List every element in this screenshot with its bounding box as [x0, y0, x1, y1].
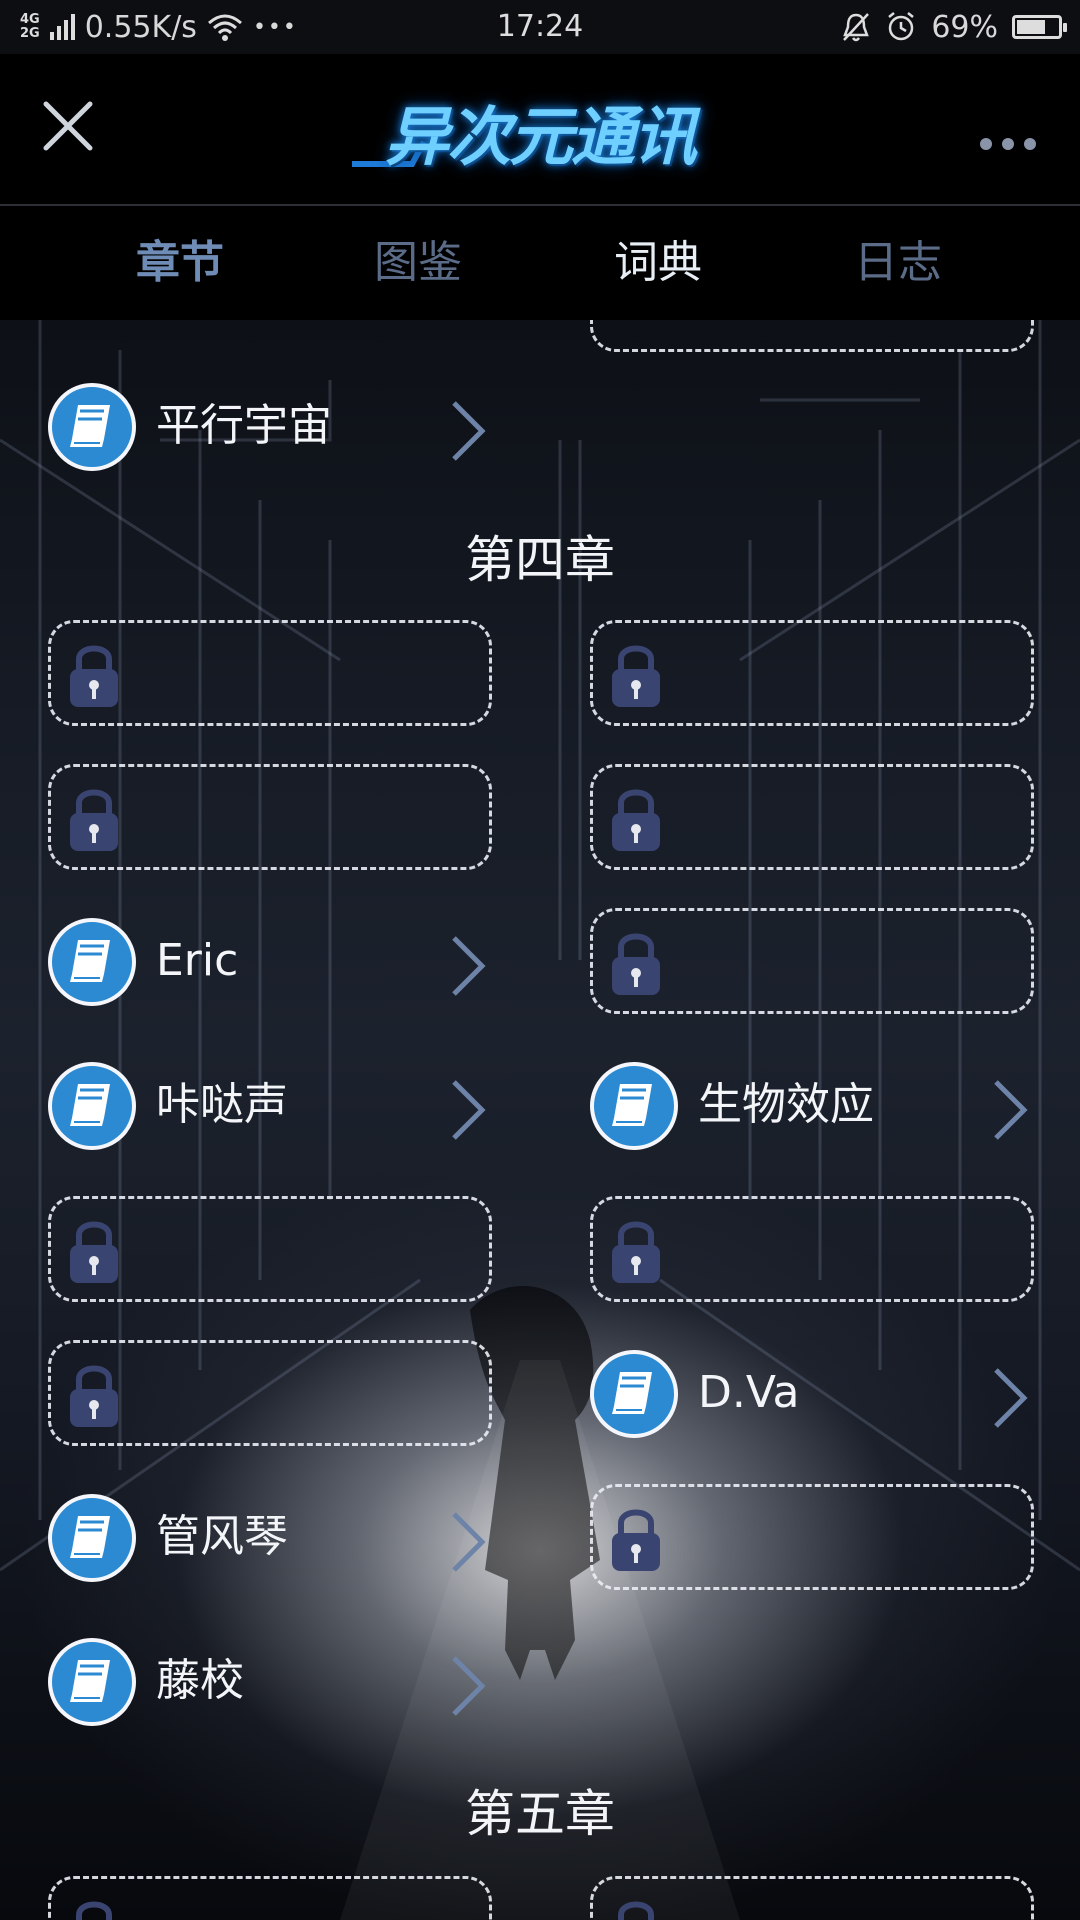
- locked-entry[interactable]: [590, 1196, 1034, 1302]
- chevron-right-icon: [452, 1656, 486, 1716]
- lock-icon: [612, 1509, 660, 1571]
- battery-percent: 69%: [931, 9, 998, 45]
- entry-label: D.Va: [698, 1367, 800, 1418]
- locked-entry[interactable]: [590, 1876, 1034, 1920]
- locked-entry[interactable]: [48, 764, 492, 870]
- tab-log[interactable]: 日志: [778, 206, 1018, 320]
- chevron-right-icon: [452, 401, 486, 461]
- chevron-right-icon: [452, 1080, 486, 1140]
- entry-dva[interactable]: D.Va: [590, 1340, 1034, 1446]
- lock-icon: [618, 1901, 654, 1920]
- book-icon: [48, 1638, 136, 1726]
- lock-icon: [70, 1365, 118, 1427]
- entry-ivy-league[interactable]: 藤校: [48, 1628, 492, 1734]
- entry-label: 生物效应: [698, 1079, 874, 1130]
- app-header: 异次元通讯: [0, 54, 1080, 206]
- lock-icon: [70, 645, 118, 707]
- status-bar: 4G 2G 0.55K/s ••• 17:24 69%: [0, 0, 1080, 54]
- entry-parallel-universe[interactable]: 平行宇宙: [48, 373, 492, 479]
- locked-entry[interactable]: [590, 1484, 1034, 1590]
- locked-entry[interactable]: [48, 1340, 492, 1446]
- chevron-right-icon: [994, 1368, 1028, 1428]
- book-icon: [48, 383, 136, 471]
- dictionary-list[interactable]: 平行宇宙 第四章 Eric 咔哒声 生物效应 D.Va 管风琴 藤校 第五章: [0, 320, 1080, 1920]
- locked-entry[interactable]: [48, 1196, 492, 1302]
- bell-muted-icon: [843, 13, 870, 42]
- entry-click-sound[interactable]: 咔哒声: [48, 1052, 492, 1158]
- entry-pipe-organ[interactable]: 管风琴: [48, 1484, 492, 1590]
- lock-icon: [612, 933, 660, 995]
- lock-icon: [70, 1221, 118, 1283]
- locked-entry[interactable]: [590, 620, 1034, 726]
- chevron-right-icon: [452, 936, 486, 996]
- locked-entry[interactable]: [48, 620, 492, 726]
- more-dots-icon[interactable]: [980, 134, 1044, 154]
- book-icon: [590, 1350, 678, 1438]
- entry-label: 咔哒声: [156, 1079, 288, 1130]
- app-screen: 4G 2G 0.55K/s ••• 17:24 69% 异次元通讯 章节 图鉴 …: [0, 0, 1080, 1920]
- book-icon: [48, 1062, 136, 1150]
- entry-biological-effect[interactable]: 生物效应: [590, 1052, 1034, 1158]
- app-logo: 异次元通讯: [350, 82, 730, 182]
- section-title-chapter5: 第五章: [465, 1785, 615, 1843]
- close-icon[interactable]: [38, 96, 98, 156]
- tab-bar: 章节 图鉴 词典 日志: [0, 206, 1080, 320]
- locked-entry[interactable]: [48, 1876, 492, 1920]
- lock-icon: [612, 789, 660, 851]
- entry-eric[interactable]: Eric: [48, 908, 492, 1014]
- book-icon: [48, 1494, 136, 1582]
- locked-entry[interactable]: [590, 764, 1034, 870]
- book-icon: [590, 1062, 678, 1150]
- book-icon: [48, 918, 136, 1006]
- locked-entry[interactable]: [590, 320, 1034, 352]
- tab-dictionary[interactable]: 词典: [538, 206, 778, 320]
- section-title-chapter4: 第四章: [465, 531, 615, 589]
- entry-label: 藤校: [156, 1655, 244, 1706]
- chevron-right-icon: [994, 1080, 1028, 1140]
- lock-icon: [612, 1221, 660, 1283]
- lock-icon: [612, 645, 660, 707]
- logo-text: 异次元通讯: [385, 101, 697, 175]
- alarm-icon: [888, 12, 915, 41]
- entry-label: 平行宇宙: [156, 400, 332, 451]
- lock-icon: [70, 789, 118, 851]
- chevron-right-icon: [452, 1512, 486, 1572]
- battery-icon: [1012, 15, 1067, 39]
- lock-icon: [76, 1901, 112, 1920]
- entry-label: Eric: [156, 935, 239, 986]
- tab-gallery[interactable]: 图鉴: [298, 206, 538, 320]
- entry-label: 管风琴: [156, 1511, 288, 1562]
- locked-entry[interactable]: [590, 908, 1034, 1014]
- tab-chapters[interactable]: 章节: [60, 206, 300, 320]
